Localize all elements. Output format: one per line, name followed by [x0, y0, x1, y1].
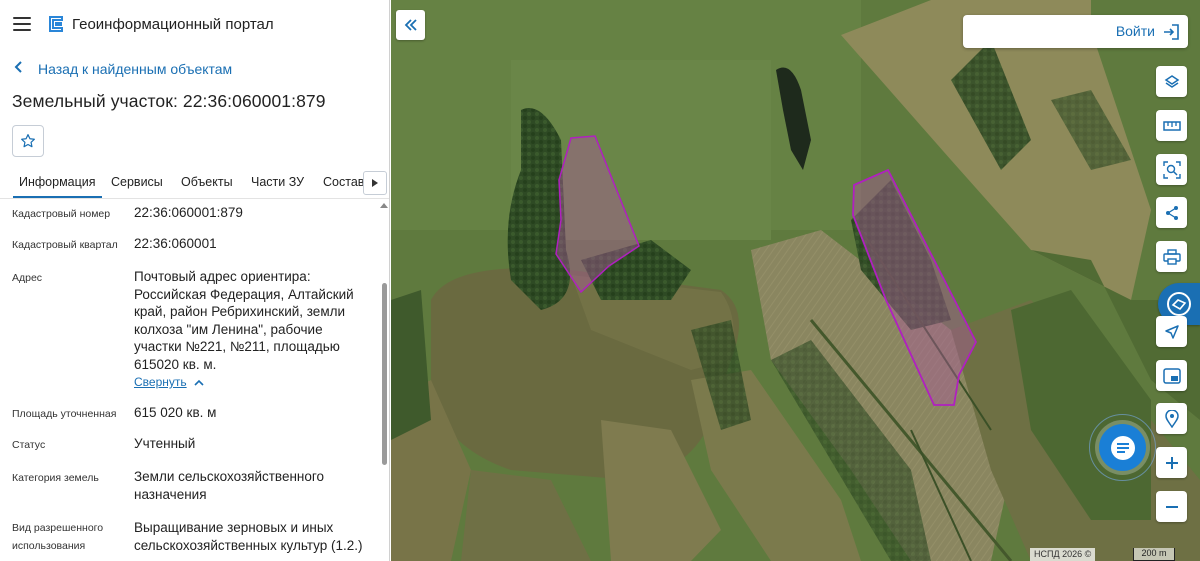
tab-composition[interactable]: Состав: [323, 175, 364, 189]
login-label: Войти: [1115, 23, 1155, 39]
tabs-bar: Информация Сервисы Объекты Части ЗУ Сост…: [0, 168, 389, 199]
label-line: Вид разрешенного: [12, 522, 104, 534]
app-title: Геоинформационный портал: [72, 16, 274, 33]
tab-objects[interactable]: Объекты: [181, 175, 233, 189]
collapse-panel-button[interactable]: [396, 10, 425, 40]
tab-parts[interactable]: Части ЗУ: [251, 175, 304, 189]
ruler-icon: [1162, 120, 1181, 131]
value-line: Российская Федерация, Алтайский: [134, 286, 354, 302]
location-pin-icon: [1164, 409, 1179, 428]
top-bar: Геоинформационный портал: [0, 0, 389, 48]
share-icon: [1165, 205, 1178, 220]
value-line: Выращивание зерновых и иных: [134, 520, 334, 535]
prop-value: 22:36:060001: [134, 236, 217, 251]
tabs-scroll-right-button[interactable]: [363, 171, 387, 195]
collapse-address-link[interactable]: Свернуть: [134, 374, 205, 392]
collapse-label: Свернуть: [134, 375, 187, 389]
login-button[interactable]: Войти: [963, 15, 1188, 48]
favorite-button[interactable]: [12, 125, 44, 157]
picture-in-picture-button[interactable]: [1156, 360, 1187, 391]
layers-icon: [1164, 74, 1179, 88]
portal-logo-icon: [49, 16, 63, 32]
prop-label: Кадастровый номер: [12, 208, 111, 220]
value-line: край, район Ребрихинский, земли: [134, 304, 346, 319]
layers-button[interactable]: [1156, 66, 1187, 97]
print-button[interactable]: [1156, 241, 1187, 272]
value-line: 615020 кв. м.: [134, 356, 217, 372]
prop-label: Статус: [12, 439, 46, 451]
prop-value: Учтенный: [134, 436, 196, 451]
feedback-icon: [1167, 292, 1191, 316]
tab-info[interactable]: Информация: [13, 175, 102, 198]
prop-label: Площадь уточненная: [12, 408, 117, 420]
prop-value: Почтовый адрес ориентира: Российская Фед…: [134, 268, 374, 392]
double-chevron-left-icon: [404, 19, 417, 31]
prop-value: Выращивание зерновых и иных сельскохозяй…: [134, 519, 374, 554]
location-button[interactable]: [1156, 403, 1187, 434]
page-title: Земельный участок: 22:36:060001:879: [12, 91, 326, 111]
chat-button[interactable]: [1099, 424, 1146, 471]
value-line: колхоза "им Ленина", рабочие: [134, 321, 323, 337]
search-area-icon: [1162, 160, 1181, 179]
value-line: участки №221, №211, площадью: [134, 339, 340, 354]
tab-services[interactable]: Сервисы: [111, 175, 163, 189]
scroll-up-arrow-icon[interactable]: [380, 203, 388, 208]
map-attribution: НСПД 2026 ©: [1030, 548, 1096, 561]
back-link-label: Назад к найденным объектам: [38, 61, 233, 77]
scroll-thumb[interactable]: [382, 283, 387, 465]
zoom-out-button[interactable]: [1156, 491, 1187, 522]
back-to-results-link[interactable]: Назад к найденным объектам: [14, 60, 232, 78]
chat-icon: [1110, 435, 1135, 460]
prop-label: Кадастровый квартал: [12, 239, 118, 251]
ruler-button[interactable]: [1156, 110, 1187, 141]
value-line: назначения: [134, 486, 207, 502]
zoom-in-icon: [1165, 456, 1178, 469]
navigate-icon: [1164, 324, 1179, 339]
map-scale: 200 m: [1133, 548, 1175, 561]
label-line: использования: [12, 540, 86, 552]
search-area-button[interactable]: [1156, 154, 1187, 185]
prop-value: Земли сельскохозяйственного назначения: [134, 468, 374, 503]
prop-value: 615 020 кв. м: [134, 405, 217, 420]
properties-list: Кадастровый номер 22:36:060001:879 Кадас…: [0, 199, 378, 561]
prop-label: Вид разрешенного использования: [12, 519, 127, 555]
chevron-left-icon: [14, 60, 28, 78]
login-icon: [1164, 24, 1179, 40]
share-button[interactable]: [1156, 197, 1187, 228]
zoom-out-icon: [1165, 505, 1178, 508]
prop-value: 22:36:060001:879: [134, 205, 243, 220]
navigate-button[interactable]: [1156, 316, 1187, 347]
zoom-in-button[interactable]: [1156, 447, 1187, 478]
value-line: Земли сельскохозяйственного: [134, 469, 325, 484]
menu-icon[interactable]: [13, 17, 31, 31]
value-line: сельскохозяйственных культур (1.2.): [134, 537, 363, 553]
panel-scrollbar[interactable]: [380, 199, 388, 561]
info-panel: Геоинформационный портал Назад к найденн…: [0, 0, 390, 561]
print-icon: [1162, 248, 1181, 265]
chevron-up-icon: [194, 379, 204, 386]
picture-in-picture-icon: [1162, 367, 1181, 384]
satellite-imagery: [391, 0, 1200, 561]
star-icon: [21, 134, 35, 148]
prop-label: Адрес: [12, 272, 43, 284]
map-view[interactable]: [391, 0, 1200, 561]
prop-label: Категория земель: [12, 472, 99, 484]
caret-right-icon: [372, 179, 378, 187]
value-line: Почтовый адрес ориентира:: [134, 269, 311, 284]
